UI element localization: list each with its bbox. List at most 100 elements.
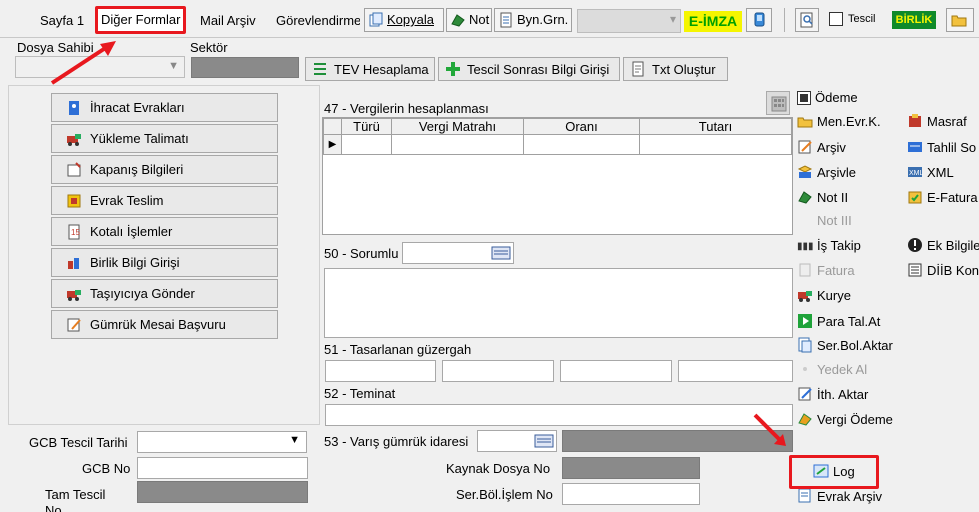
arsivle-icon: [797, 164, 813, 180]
ith-aktar-option[interactable]: İth. Aktar: [797, 386, 868, 402]
kopyala-button[interactable]: Kopyala: [364, 8, 444, 32]
tam-tescil-field[interactable]: [137, 481, 308, 503]
yukleme-button[interactable]: Yükleme Talimatı: [51, 124, 278, 153]
tab-diger-formlar[interactable]: Diğer Formlar: [95, 6, 187, 34]
odeme-option[interactable]: Ödeme: [797, 90, 858, 105]
ser-bol-aktar-icon: [797, 337, 813, 353]
list-lookup-icon: [491, 245, 511, 264]
guzergah-input-2[interactable]: [442, 360, 554, 382]
evrak-teslim-label: Evrak Teslim: [90, 193, 164, 208]
gcb-no-label: GCB No: [82, 461, 131, 476]
log-option[interactable]: Log: [813, 463, 855, 479]
teminat-input[interactable]: [325, 404, 793, 426]
calculator-button[interactable]: [766, 91, 790, 115]
vergi-odeme-option[interactable]: Vergi Ödeme: [797, 411, 893, 427]
chevron-down-icon: ▼: [168, 60, 179, 72]
tasiyici-button[interactable]: Taşıyıcıya Gönder: [51, 279, 278, 308]
is-takip-option[interactable]: ▮▮▮ İş Takip: [797, 237, 861, 253]
ihracat-icon: [66, 100, 82, 116]
toolbar-dropdown[interactable]: ▾: [577, 9, 681, 33]
table-cell[interactable]: [341, 134, 392, 155]
table-row[interactable]: ▶: [323, 134, 792, 155]
tax-table[interactable]: Türü Vergi Matrahı Oranı Tutarı ▶: [323, 118, 792, 155]
gcb-no-input[interactable]: [137, 457, 308, 479]
txt-olustur-button[interactable]: Txt Oluştur: [623, 57, 728, 81]
birlik-button[interactable]: Birlik Bilgi Girişi: [51, 248, 278, 277]
gcb-tescil-date[interactable]: ▼: [137, 431, 307, 453]
not-ii-option[interactable]: Not II: [797, 189, 848, 205]
arsiv-option[interactable]: Arşiv: [797, 139, 846, 155]
phone-button[interactable]: [746, 8, 772, 32]
guzergah-input-4[interactable]: [678, 360, 793, 382]
birlik-button[interactable]: BİRLİK: [892, 11, 936, 29]
tescil-checkbox[interactable]: [829, 12, 843, 26]
para-tal-at-option[interactable]: Para Tal.At: [797, 313, 880, 329]
col-tutari[interactable]: Tutarı: [639, 118, 792, 135]
evrak-arsiv-option[interactable]: Evrak Arşiv: [797, 488, 882, 504]
evrak-teslim-button[interactable]: Evrak Teslim: [51, 186, 278, 215]
fatura-option[interactable]: Fatura: [797, 262, 855, 278]
ihracat-label: İhracat Evrakları: [90, 100, 185, 115]
not-iii-label: Not III: [817, 212, 852, 228]
tab-gorevlendirme[interactable]: Görevlendirme: [276, 10, 360, 32]
odeme-radio[interactable]: [797, 90, 811, 105]
e-fatura-option[interactable]: E-Fatura: [907, 189, 978, 205]
ek-bilgiler-option[interactable]: Ek Bilgile: [907, 237, 979, 253]
chevron-down-icon: ▼: [289, 434, 300, 446]
yedek-al-option[interactable]: Yedek Al: [797, 361, 867, 377]
vergi-odeme-label: Vergi Ödeme: [817, 411, 893, 427]
table-cell[interactable]: [523, 134, 640, 155]
kotali-button[interactable]: 15 Kotalı İşlemler: [51, 217, 278, 246]
arsivle-option[interactable]: Arşivle: [797, 164, 856, 180]
not-iii-icon: [797, 212, 813, 228]
list-icon: [312, 61, 328, 77]
tev-hesaplama-button[interactable]: TEV Hesaplama: [305, 57, 435, 81]
folder-button[interactable]: [946, 8, 974, 32]
col-orani[interactable]: Oranı: [523, 118, 640, 135]
eimza-button[interactable]: E-İMZA: [684, 11, 742, 32]
guzergah-input-3[interactable]: [560, 360, 672, 382]
log-icon: [813, 463, 829, 479]
kurye-option[interactable]: Kurye: [797, 287, 851, 303]
ser-bol-input[interactable]: [562, 483, 700, 505]
section53-label: 53 - Varış gümrük idaresi: [324, 434, 469, 449]
xml-option[interactable]: XML XML: [907, 164, 954, 180]
tab-sayfa1[interactable]: Sayfa 1: [40, 10, 84, 32]
tab-mail-arsiv[interactable]: Mail Arşiv: [200, 10, 256, 32]
fatura-icon: [797, 262, 813, 278]
plus-icon: [445, 61, 461, 77]
byn-grn-button[interactable]: Byn.Grn.: [494, 8, 572, 32]
sorumlu-input[interactable]: [402, 242, 514, 264]
gumruk-mesai-button[interactable]: Gümrük Mesai Başvuru: [51, 310, 278, 339]
search-doc-button[interactable]: [795, 8, 819, 32]
odeme-label: Ödeme: [815, 90, 858, 105]
diib-kontrol-option[interactable]: DİİB Kont: [907, 262, 979, 278]
diib-kontrol-label: DİİB Kont: [927, 262, 979, 278]
row-pointer-icon: ▶: [323, 134, 342, 155]
not-iii-option[interactable]: Not III: [797, 212, 852, 228]
men-evr-option[interactable]: Men.Evr.K.: [797, 113, 881, 129]
table-cell[interactable]: [391, 134, 524, 155]
sorumlu-textarea[interactable]: [324, 268, 793, 338]
yukleme-label: Yükleme Talimatı: [90, 131, 189, 146]
guzergah-input-1[interactable]: [325, 360, 436, 382]
log-label: Log: [833, 463, 855, 479]
tescil-sonrasi-button[interactable]: Tescil Sonrası Bilgi Girişi: [438, 57, 620, 81]
dosya-sahibi-select[interactable]: ▼: [15, 56, 185, 78]
not-ii-icon: [797, 189, 813, 205]
col-vergi-matrahi[interactable]: Vergi Matrahı: [391, 118, 524, 135]
diib-kontrol-icon: [907, 262, 923, 278]
ser-bol-aktar-option[interactable]: Ser.Bol.Aktar: [797, 337, 893, 353]
kurye-icon: [797, 287, 813, 303]
kaynak-dosya-field[interactable]: [562, 457, 700, 479]
ihracat-button[interactable]: İhracat Evrakları: [51, 93, 278, 122]
sektor-field[interactable]: [191, 57, 299, 78]
kapanis-button[interactable]: Kapanış Bilgileri: [51, 155, 278, 184]
varis-gumruk-input[interactable]: [477, 430, 557, 452]
not-button[interactable]: Not: [446, 8, 492, 32]
men-evr-icon: [797, 113, 813, 129]
masraf-option[interactable]: Masraf: [907, 113, 967, 129]
table-cell[interactable]: [639, 134, 792, 155]
col-turu[interactable]: Türü: [341, 118, 392, 135]
tahlil-option[interactable]: Tahlil So: [907, 139, 976, 155]
